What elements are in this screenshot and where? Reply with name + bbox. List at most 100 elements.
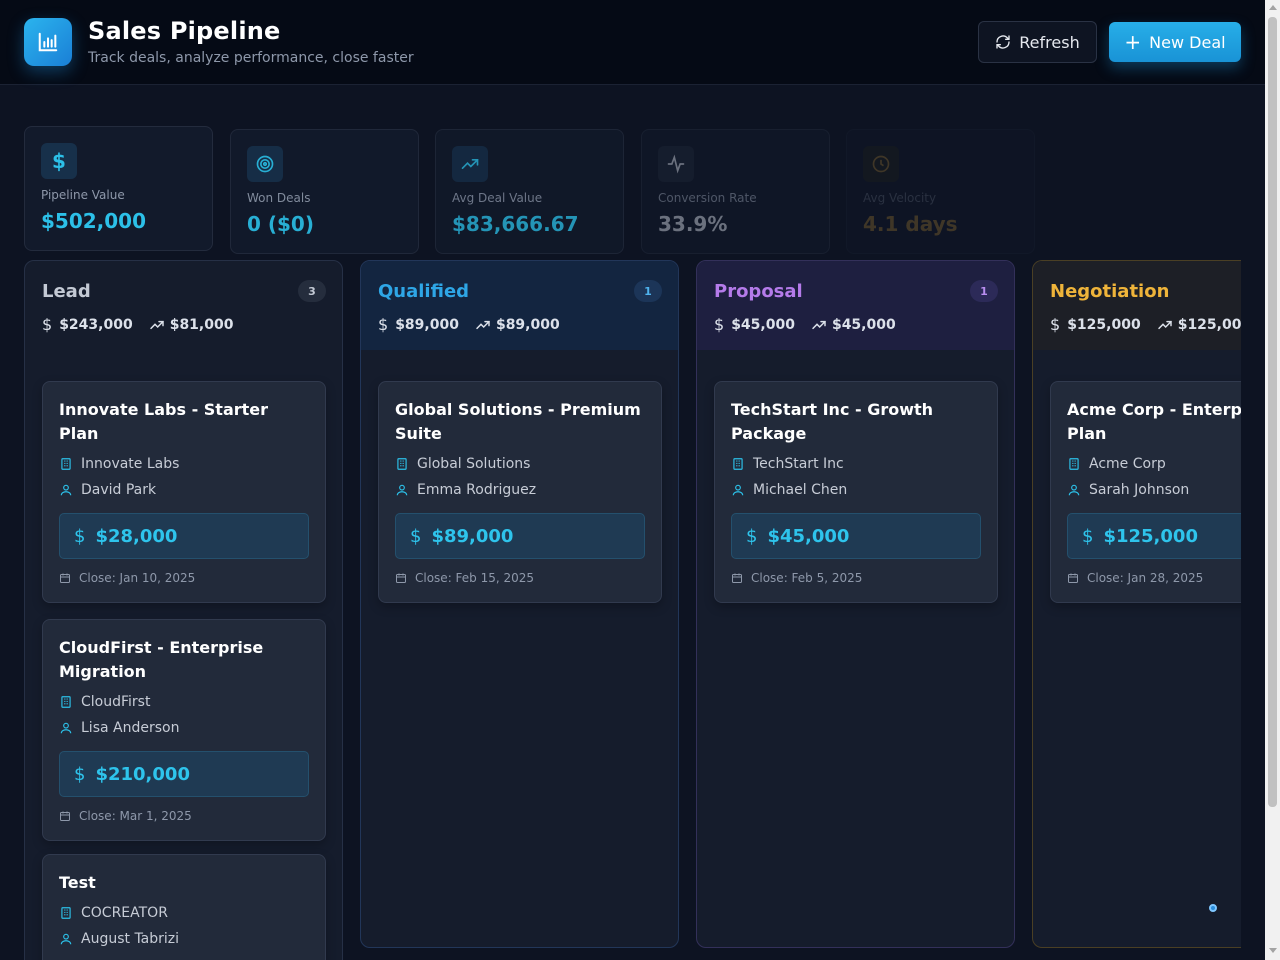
user-icon bbox=[60, 484, 72, 496]
dollar-icon: $ bbox=[74, 525, 86, 547]
column-proposal: Proposal 1 $ $45,000 $45,000 TechStart I… bbox=[696, 260, 1015, 948]
stat-value: $502,000 bbox=[41, 209, 147, 233]
deal-card[interactable]: Acme Corp - Enterprise Plan Acme Corp Sa… bbox=[1050, 381, 1241, 603]
deal-close-date: Close: Jan 10, 2025 bbox=[59, 571, 195, 585]
column-name: Lead bbox=[42, 281, 91, 302]
column-total: $89,000 bbox=[395, 316, 459, 333]
deal-card[interactable]: Test COCREATOR August Tabrizi bbox=[42, 854, 326, 960]
deal-value: $ $28,000 bbox=[59, 513, 309, 559]
calendar-icon bbox=[60, 573, 70, 583]
page-scrollbar[interactable] bbox=[1265, 0, 1280, 960]
deal-card[interactable]: TechStart Inc - Growth Package TechStart… bbox=[714, 381, 998, 603]
scroll-down-icon[interactable] bbox=[1269, 948, 1277, 953]
refresh-label: Refresh bbox=[1019, 32, 1080, 52]
deal-value: $ $125,000 bbox=[1067, 513, 1241, 559]
column-stats: $ $125,000 $125,000 bbox=[1050, 315, 1241, 334]
page-title: Sales Pipeline bbox=[88, 17, 281, 45]
column-negotiation: Negotiation $ $125,000 $125,000 Acme Cor… bbox=[1032, 260, 1241, 948]
deal-company: TechStart Inc bbox=[731, 456, 844, 472]
deal-company: Global Solutions bbox=[395, 456, 530, 472]
calendar-icon bbox=[60, 811, 70, 821]
stat-value: 4.1 days bbox=[863, 212, 958, 236]
column-name: Negotiation bbox=[1050, 281, 1170, 302]
plus-icon: + bbox=[1124, 30, 1142, 54]
column-avg: $81,000 bbox=[169, 316, 234, 333]
trend-up-icon bbox=[149, 317, 165, 333]
stat-avg-deal-value: Avg Deal Value $83,666.67 bbox=[435, 129, 624, 254]
dollar-icon: $ bbox=[41, 143, 77, 179]
deal-title: Test bbox=[59, 873, 96, 892]
refresh-button[interactable]: Refresh bbox=[978, 21, 1097, 63]
activity-icon bbox=[658, 146, 694, 182]
target-icon bbox=[247, 146, 283, 182]
status-indicator bbox=[1209, 904, 1217, 912]
scrollbar-thumb[interactable] bbox=[1268, 17, 1277, 807]
calendar-icon bbox=[732, 573, 742, 583]
dollar-icon: $ bbox=[1050, 315, 1061, 334]
app-header: Sales Pipeline Track deals, analyze perf… bbox=[0, 0, 1265, 85]
stat-label: Avg Velocity bbox=[863, 191, 937, 205]
pipeline-board: Lead 3 $ $243,000 $81,000 Innovate Labs … bbox=[24, 260, 1241, 960]
calendar-icon bbox=[1068, 573, 1078, 583]
stat-label: Conversion Rate bbox=[658, 191, 757, 205]
column-name: Proposal bbox=[714, 281, 803, 302]
deal-card[interactable]: Global Solutions - Premium Suite Global … bbox=[378, 381, 662, 603]
deal-value: $ $89,000 bbox=[395, 513, 645, 559]
page-subtitle: Track deals, analyze performance, close … bbox=[88, 50, 414, 66]
dollar-icon: $ bbox=[1082, 525, 1094, 547]
column-avg: $45,000 bbox=[831, 316, 896, 333]
column-stats: $ $45,000 $45,000 bbox=[714, 315, 896, 334]
new-deal-button[interactable]: + New Deal bbox=[1109, 22, 1241, 62]
deal-close-date: Close: Mar 1, 2025 bbox=[59, 809, 192, 823]
column-lead: Lead 3 $ $243,000 $81,000 Innovate Labs … bbox=[24, 260, 343, 960]
new-deal-label: New Deal bbox=[1149, 32, 1226, 52]
deal-company: CloudFirst bbox=[59, 694, 150, 710]
deal-card[interactable]: CloudFirst - Enterprise Migration CloudF… bbox=[42, 619, 326, 841]
deal-card[interactable]: Innovate Labs - Starter Plan Innovate La… bbox=[42, 381, 326, 603]
stat-won-deals: Won Deals 0 ($0) bbox=[230, 129, 419, 254]
dollar-icon: $ bbox=[714, 315, 725, 334]
deal-title: Acme Corp - Enterprise Plan bbox=[1067, 400, 1241, 443]
deal-contact: Emma Rodriguez bbox=[395, 482, 536, 498]
stat-pipeline-value: $ Pipeline Value $502,000 bbox=[24, 126, 213, 251]
stat-value: 0 ($0) bbox=[247, 212, 314, 236]
deal-company: Innovate Labs bbox=[59, 456, 179, 472]
deal-close-date: Close: Feb 5, 2025 bbox=[731, 571, 862, 585]
column-header: Qualified 1 $ $89,000 $89,000 bbox=[361, 261, 678, 350]
stat-label: Won Deals bbox=[247, 191, 311, 205]
deal-title: Global Solutions - Premium Suite bbox=[395, 400, 641, 443]
deal-value: $ $45,000 bbox=[731, 513, 981, 559]
bar-chart-icon bbox=[24, 18, 72, 66]
column-total: $125,000 bbox=[1067, 316, 1141, 333]
user-icon bbox=[732, 484, 744, 496]
column-stats: $ $243,000 $81,000 bbox=[42, 315, 233, 334]
scroll-up-icon[interactable] bbox=[1269, 5, 1277, 10]
deal-title: Innovate Labs - Starter Plan bbox=[59, 400, 269, 443]
dollar-icon: $ bbox=[42, 315, 53, 334]
building-icon bbox=[397, 458, 407, 470]
user-icon bbox=[60, 722, 72, 734]
clock-icon bbox=[863, 146, 899, 182]
column-header: Proposal 1 $ $45,000 $45,000 bbox=[697, 261, 1014, 350]
stat-conversion-rate: Conversion Rate 33.9% bbox=[641, 129, 830, 254]
column-count-badge: 3 bbox=[298, 280, 326, 302]
building-icon bbox=[733, 458, 743, 470]
user-icon bbox=[396, 484, 408, 496]
user-icon bbox=[1068, 484, 1080, 496]
building-icon bbox=[61, 907, 71, 919]
column-avg: $89,000 bbox=[495, 316, 560, 333]
calendar-icon bbox=[396, 573, 406, 583]
trend-up-icon bbox=[452, 146, 488, 182]
deal-title: TechStart Inc - Growth Package bbox=[731, 400, 934, 443]
deal-contact: Sarah Johnson bbox=[1067, 482, 1189, 498]
deal-contact: August Tabrizi bbox=[59, 931, 179, 947]
column-header: Lead 3 $ $243,000 $81,000 bbox=[25, 261, 342, 350]
trend-up-icon bbox=[1157, 317, 1173, 333]
building-icon bbox=[1069, 458, 1079, 470]
trend-up-icon bbox=[475, 317, 491, 333]
column-stats: $ $89,000 $89,000 bbox=[378, 315, 560, 334]
deal-contact: Lisa Anderson bbox=[59, 720, 179, 736]
column-total: $45,000 bbox=[731, 316, 795, 333]
column-count-badge: 1 bbox=[634, 280, 662, 302]
building-icon bbox=[61, 696, 71, 708]
